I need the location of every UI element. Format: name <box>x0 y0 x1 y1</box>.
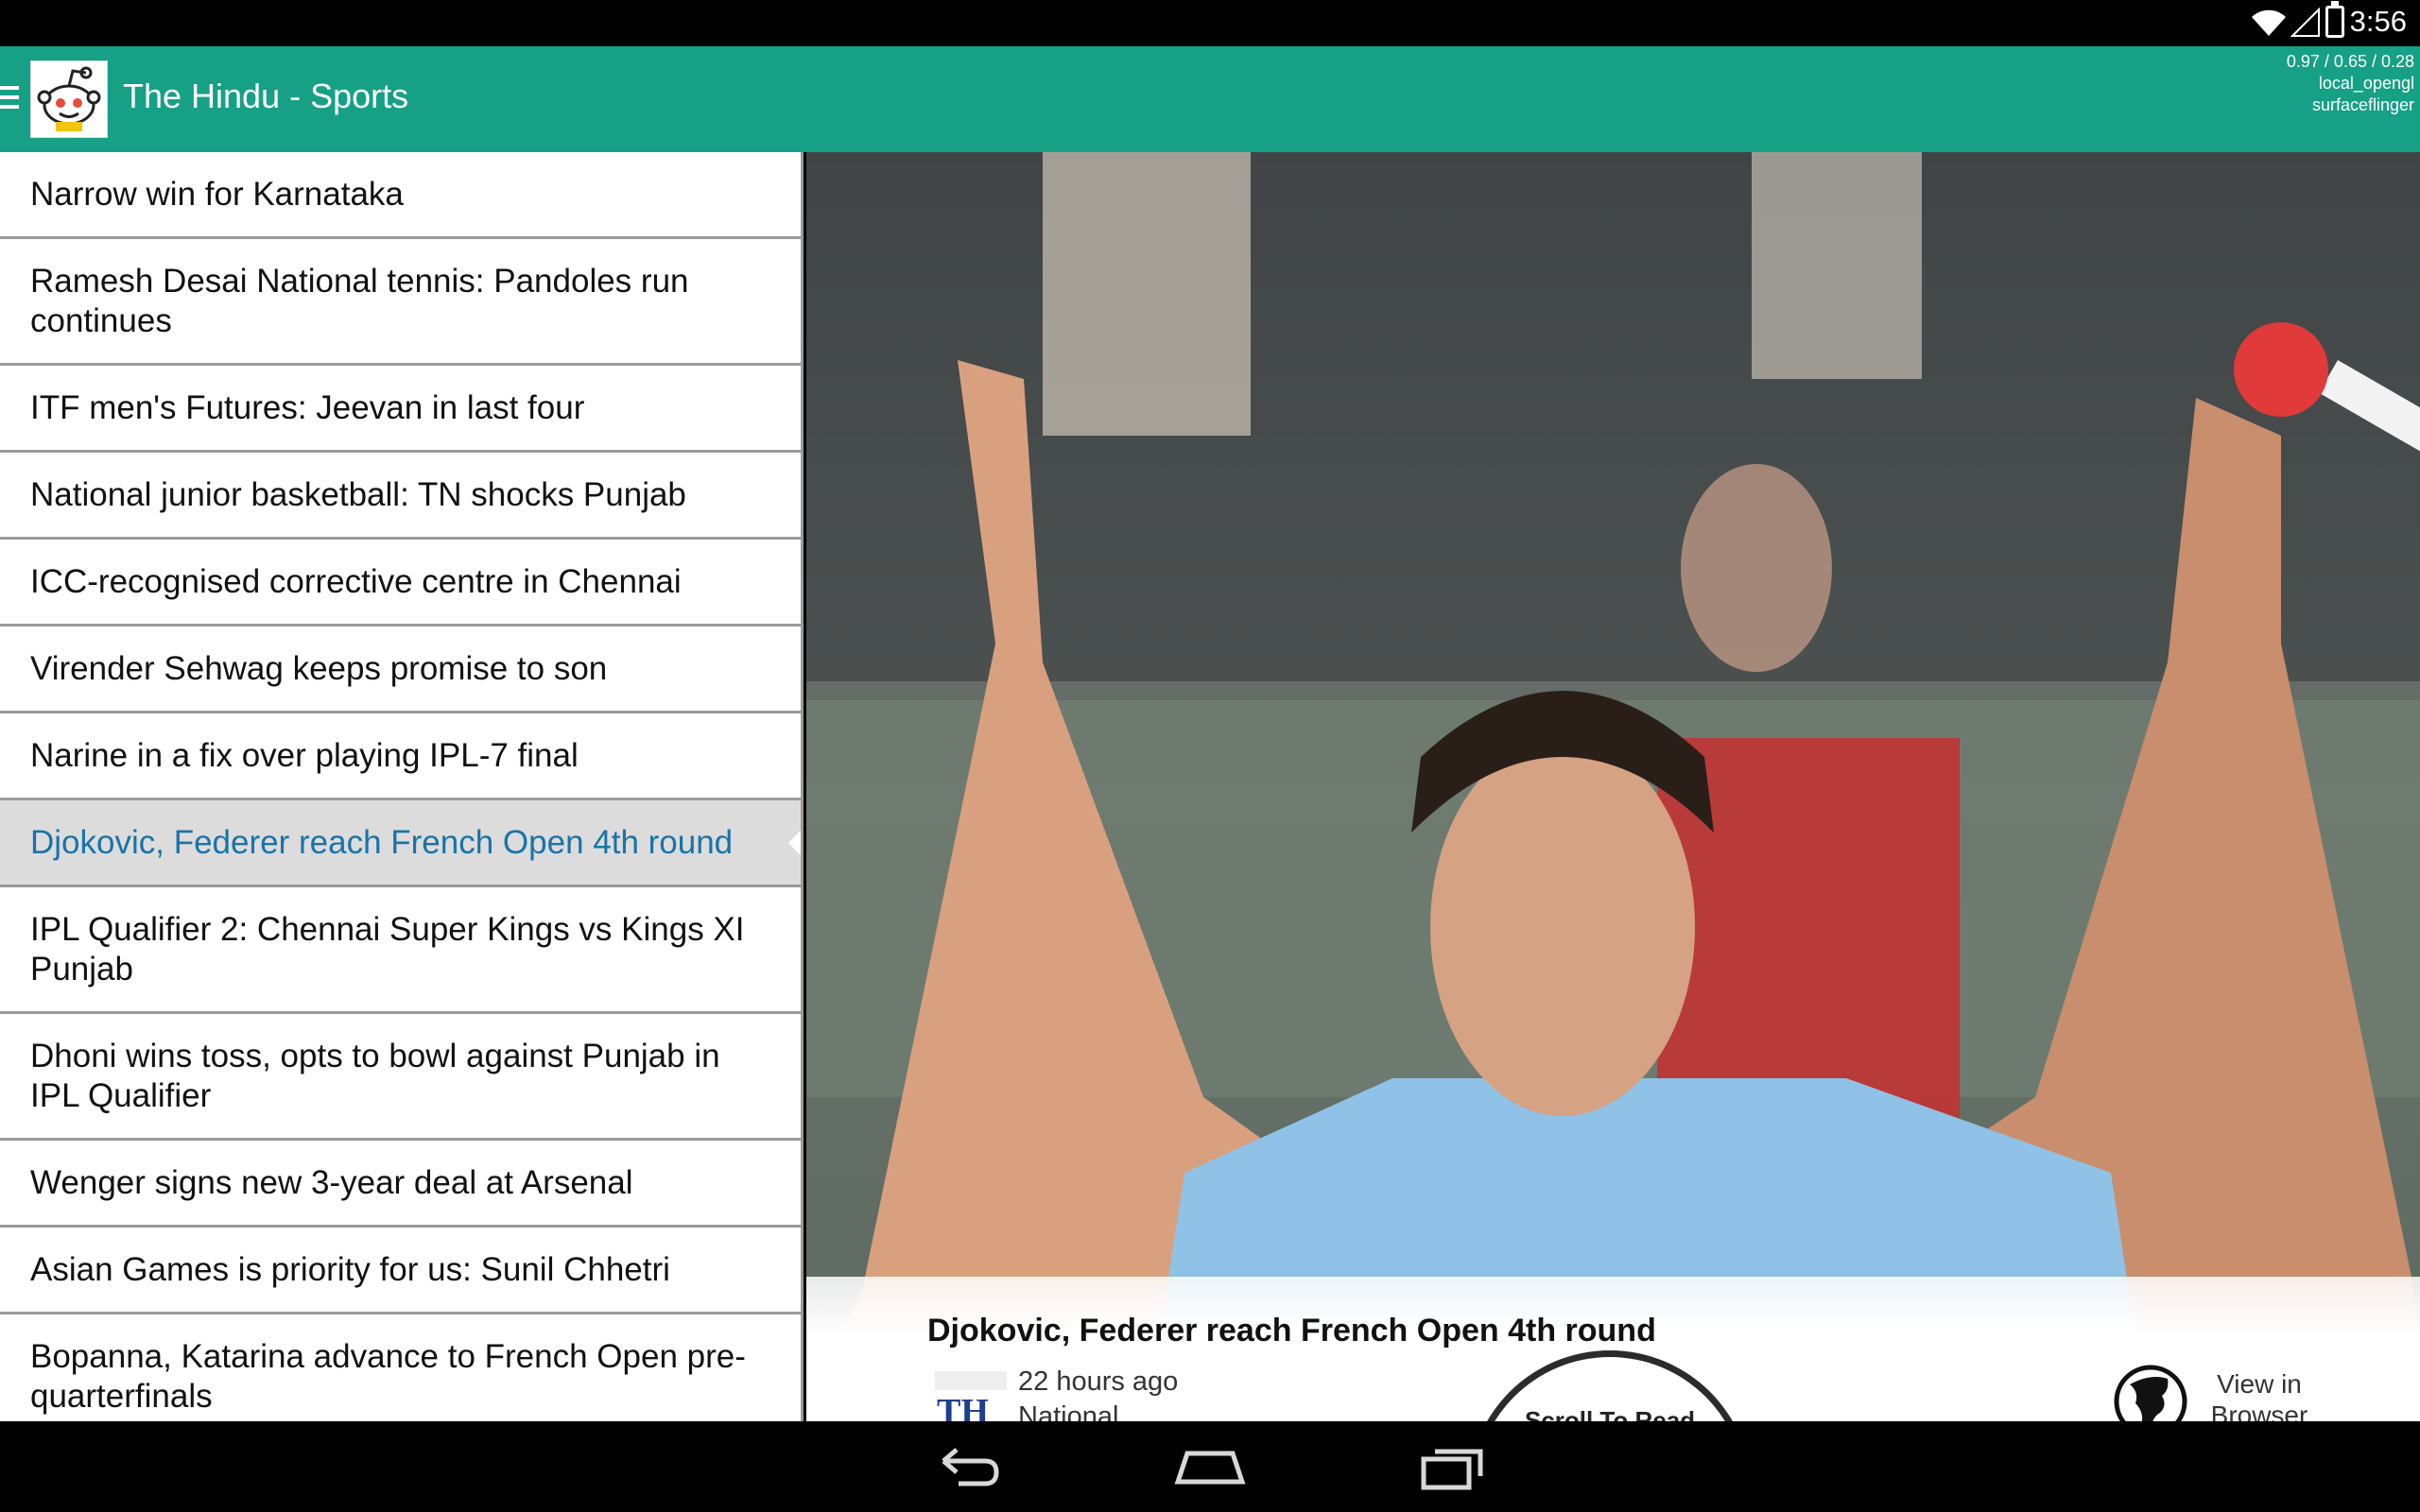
list-item-title: Narrow win for Karnataka <box>30 175 404 213</box>
list-item[interactable]: Ramesh Desai National tennis: Pandoles r… <box>0 239 801 366</box>
view-in-browser-button[interactable]: View in Browser <box>2198 1368 2321 1421</box>
recents-icon[interactable] <box>1414 1440 1490 1493</box>
article-list[interactable]: Narrow win for Karnataka Ramesh Desai Na… <box>0 152 804 1421</box>
list-item[interactable]: Dhoni wins toss, opts to bowl against Pu… <box>0 1014 801 1141</box>
list-item[interactable]: Virender Sehwag keeps promise to son <box>0 627 801 713</box>
list-item-title: Wenger signs new 3-year deal at Arsenal <box>30 1163 633 1201</box>
list-item-title: ITF men's Futures: Jeevan in last four <box>30 388 585 426</box>
debug-line: local_opengl <box>2318 74 2414 93</box>
battery-icon <box>2325 1 2344 38</box>
wifi-icon <box>2252 9 2286 36</box>
list-item-title: Virender Sehwag keeps promise to son <box>30 649 608 687</box>
article-title: Djokovic, Federer reach French Open 4th … <box>927 1313 1656 1349</box>
timestamp: 22 hours ago <box>1018 1366 1179 1397</box>
list-item-title: National junior basketball: TN shocks Pu… <box>30 475 686 513</box>
debug-overlay: 0.97 / 0.65 / 0.28 local_opengl surfacef… <box>2287 51 2414 116</box>
list-item-title: ICC-recognised corrective centre in Chen… <box>30 562 682 600</box>
list-item[interactable]: ITF men's Futures: Jeevan in last four <box>0 366 801 453</box>
list-item-title: Dhoni wins toss, opts to bowl against Pu… <box>30 1037 720 1114</box>
globe-icon[interactable] <box>2113 1364 2188 1421</box>
selection-arrow <box>788 827 801 858</box>
list-item-title: Asian Games is priority for us: Sunil Ch… <box>30 1250 670 1288</box>
list-item-title: Ramesh Desai National tennis: Pandoles r… <box>30 262 689 339</box>
list-item-selected[interactable]: Djokovic, Federer reach French Open 4th … <box>0 800 801 887</box>
source-logo-icon: TH <box>935 1371 1007 1421</box>
no-signal-icon <box>2290 8 2320 37</box>
status-bar: 3:56 <box>0 0 2420 46</box>
article-photo <box>806 152 2420 1421</box>
list-item-title: Djokovic, Federer reach French Open 4th … <box>30 823 734 861</box>
article-detail[interactable]: Djokovic, Federer reach French Open 4th … <box>806 152 2420 1421</box>
scroll-to-read-label: Scroll To Read <box>1524 1406 1696 1421</box>
navigation-bar <box>0 1421 2420 1512</box>
list-item[interactable]: Narine in a fix over playing IPL-7 final <box>0 713 801 800</box>
status-clock: 3:56 <box>2349 5 2407 38</box>
debug-line: 0.97 / 0.65 / 0.28 <box>2286 52 2414 71</box>
list-item[interactable]: Bopanna, Katarina advance to French Open… <box>0 1314 801 1421</box>
list-item-title: Bopanna, Katarina advance to French Open… <box>30 1337 746 1415</box>
app-logo-icon[interactable] <box>30 60 108 138</box>
debug-line: surfaceflinger <box>2311 95 2414 114</box>
action-bar: The Hindu - Sports 0.97 / 0.65 / 0.28 lo… <box>0 46 2420 152</box>
list-item[interactable]: IPL Qualifier 2: Chennai Super Kings vs … <box>0 887 801 1014</box>
list-item[interactable]: Narrow win for Karnataka <box>0 152 801 239</box>
list-item[interactable]: National junior basketball: TN shocks Pu… <box>0 453 801 540</box>
back-icon[interactable] <box>930 1440 1006 1493</box>
page-title: The Hindu - Sports <box>123 77 409 115</box>
category-label: National <box>1018 1401 1119 1421</box>
list-item[interactable]: Wenger signs new 3-year deal at Arsenal <box>0 1141 801 1228</box>
list-item-title: IPL Qualifier 2: Chennai Super Kings vs … <box>30 910 745 988</box>
list-item[interactable]: Asian Games is priority for us: Sunil Ch… <box>0 1228 801 1314</box>
source-logo-text: TH <box>937 1392 989 1421</box>
list-item[interactable]: ICC-recognised corrective centre in Chen… <box>0 540 801 627</box>
list-item-title: Narine in a fix over playing IPL-7 final <box>30 736 579 774</box>
home-icon[interactable] <box>1172 1440 1248 1493</box>
menu-icon[interactable] <box>0 86 19 111</box>
